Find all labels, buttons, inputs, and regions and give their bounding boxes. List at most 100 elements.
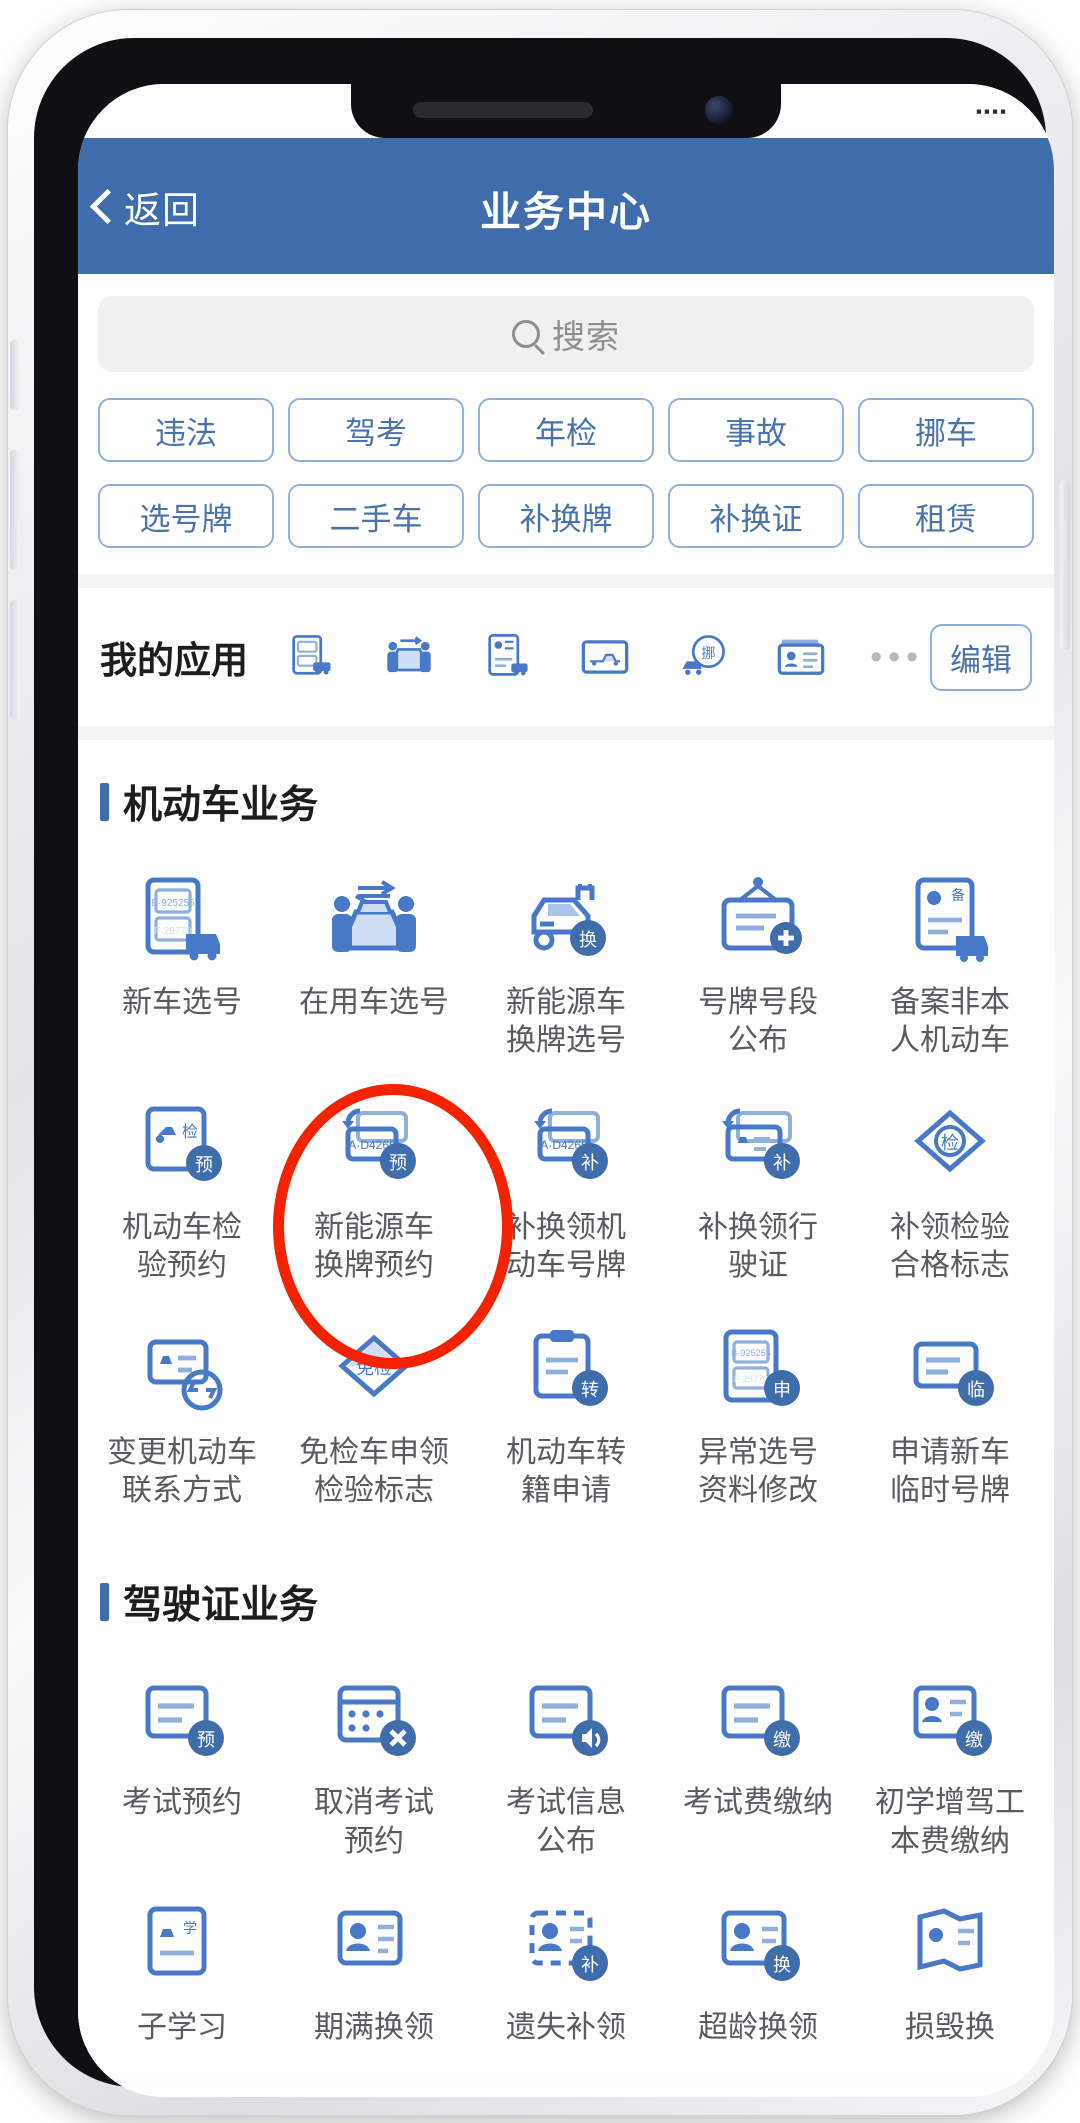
lost-reissue-icon: 补 [529,1910,608,1982]
svg-text:备: 备 [951,887,965,903]
service-exempt-inspection-mark[interactable]: 免检 免检车申领 检验标志 [278,1296,470,1521]
tag-buhuanpai[interactable]: 补换牌 [478,484,654,548]
damaged-renewal-icon [917,1908,983,1972]
section-divider-2 [78,726,1054,740]
more-apps-dots-icon[interactable]: ••• [864,638,930,677]
service-label: 期满换领 [314,2011,434,2045]
svg-text:转: 转 [581,1380,599,1400]
service-damaged-renewal[interactable]: 损毁换 [854,1871,1046,2057]
service-label: 免检车申领 检验标志 [299,1435,449,1507]
search-placeholder: 搜索 [552,318,620,355]
section-vehicle-business: 机动车业务 B·925255 F·29770 新车选号 在用车选号 换 新能源车… [78,740,1054,1541]
svg-text:临: 临 [967,1380,985,1400]
service-plate-number-publish[interactable]: 号牌号段 公布 [662,846,854,1071]
service-expiry-renewal[interactable]: 期满换领 [278,1871,470,2057]
service-learner-fee-pay[interactable]: 缴 初学增驾工 本费缴纳 [854,1646,1046,1871]
service-label: 新能源车 换牌选号 [506,986,626,1058]
my-apps-bar: 我的应用 挪 ••• 编辑 [78,588,1054,726]
service-lost-reissue[interactable]: 补 遗失补领 [470,1871,662,2057]
svg-text:学: 学 [183,1920,197,1936]
earpiece-speaker [413,102,593,118]
my-apps-title: 我的应用 [100,640,248,681]
svg-text:补: 补 [581,1153,599,1173]
service-new-energy-change-plate[interactable]: 换 新能源车 换牌选号 [470,846,662,1071]
mute-switch[interactable] [10,340,20,410]
plate-number-publish-icon [721,877,802,954]
service-label: 新能源车 换牌预约 [314,1210,434,1283]
phone-screen: ▪▪▪▪ 返回 业务中心 搜索 违法 驾考 年检 事故 挪车 选号牌 二手车 补… [78,84,1054,2097]
service-label: 子学习 [137,2011,227,2045]
signal-indicator-icon: ▪▪▪▪ [975,102,1008,121]
service-cancel-exam-appt[interactable]: 取消考试 预约 [278,1646,470,1871]
svg-text:缴: 缴 [773,1730,791,1750]
svg-text:申: 申 [773,1380,791,1400]
service-label: 变更机动车 联系方式 [107,1435,257,1507]
service-abnormal-plate-edit[interactable]: B·925255 F·29770 申 异常选号 资料修改 [662,1296,854,1521]
service-replace-plate[interactable]: A·D4265 补 补换领机 动车号牌 [470,1071,662,1296]
tag-nianjian[interactable]: 年检 [478,398,654,462]
service-electronic-study[interactable]: 学 子学习 [86,1871,278,2057]
section-title-license: 驾驶证业务 [78,1540,1054,1640]
replace-plate-icon: A·D4265 补 [534,1108,608,1179]
tag-weifa[interactable]: 违法 [98,398,274,462]
tag-ershouche[interactable]: 二手车 [288,484,464,548]
accident-photo-icon[interactable] [579,631,631,683]
exam-appointment-icon: 预 [145,1685,224,1757]
svg-text:换: 换 [579,930,597,950]
volume-down-button[interactable] [10,600,20,720]
service-new-energy-plate-appt[interactable]: A·D4265 预 新能源车 换牌预约 [278,1071,470,1296]
service-record-non-self-vehicle[interactable]: 备 备案非本 人机动车 [854,846,1046,1071]
driver-license-card-icon[interactable] [775,631,827,683]
edit-apps-button[interactable]: 编辑 [930,623,1032,691]
tag-zulin[interactable]: 租赁 [858,484,1034,548]
page-title: 业务中心 [480,189,652,235]
vehicle-transfer-icon: 转 [533,1329,608,1406]
section-license-business: 驾驶证业务 预 考试预约 取消考试 预约 考试信息 公布 缴 考试费缴纳 缴 初… [78,1540,1054,2078]
service-label: 申请新车 临时号牌 [890,1435,1010,1507]
tag-buhuanzheng[interactable]: 补换证 [668,484,844,548]
service-label: 超龄换领 [698,2011,818,2045]
service-new-car-plate[interactable]: B·925255 F·29770 新车选号 [86,846,278,1071]
new-car-plate-icon: B·925255 F·29770 [145,877,220,961]
tag-xuanhaopai[interactable]: 选号牌 [98,484,274,548]
replace-license-icon: 补 [722,1108,800,1179]
volume-up-button[interactable] [10,450,20,570]
temp-plate-icon: 临 [913,1341,994,1406]
inspection-mark-icon: 检 [914,1109,986,1173]
service-over-age-renewal[interactable]: 换 超龄换领 [662,1871,854,2057]
new-energy-change-plate-icon: 换 [531,884,606,956]
license-service-grid: 预 考试预约 取消考试 预约 考试信息 公布 缴 考试费缴纳 缴 初学增驾工 本… [78,1640,1054,2071]
service-in-use-car-plate[interactable]: 在用车选号 [278,846,470,1071]
expiry-renewal-icon [337,1910,403,1966]
service-exam-appointment[interactable]: 预 考试预约 [86,1646,278,1871]
search-input[interactable]: 搜索 [98,296,1034,372]
svg-text:换: 换 [773,1955,791,1975]
service-label: 异常选号 资料修改 [698,1435,818,1507]
move-car-icon[interactable]: 挪 [677,631,729,683]
plate-select-icon[interactable] [285,631,337,683]
section-title-vehicle: 机动车业务 [78,740,1054,840]
service-exam-info-publish[interactable]: 考试信息 公布 [470,1646,662,1871]
electronic-study-icon: 学 [147,1906,207,1976]
service-change-contact[interactable]: 变更机动车 联系方式 [86,1296,278,1521]
exam-fee-pay-icon: 缴 [721,1685,800,1757]
power-button[interactable] [1060,480,1070,650]
service-label: 取消考试 预约 [314,1786,434,1858]
document-vehicle-icon[interactable] [481,631,533,683]
service-inspection-mark[interactable]: 检 补领检验 合格标志 [854,1071,1046,1296]
service-vehicle-transfer[interactable]: 转 机动车转 籍申请 [470,1296,662,1521]
phone-frame: ▪▪▪▪ 返回 业务中心 搜索 违法 驾考 年检 事故 挪车 选号牌 二手车 补… [8,10,1072,2115]
service-exam-fee-pay[interactable]: 缴 考试费缴纳 [662,1646,854,1871]
svg-text:B·925255: B·925255 [731,1348,771,1358]
tag-jiakao[interactable]: 驾考 [288,398,464,462]
service-replace-license[interactable]: 补 补换领行 驶证 [662,1071,854,1296]
tag-shigu[interactable]: 事故 [668,398,844,462]
vehicle-inspection-people-icon[interactable] [383,631,435,683]
service-temp-plate[interactable]: 临 申请新车 临时号牌 [854,1296,1046,1521]
service-label: 初学增驾工 本费缴纳 [875,1786,1025,1858]
service-label: 新车选号 [122,986,242,1019]
svg-text:预: 预 [389,1153,407,1173]
tag-nuoche[interactable]: 挪车 [858,398,1034,462]
svg-text:检: 检 [941,1133,959,1153]
service-vehicle-inspection-appt[interactable]: 检 预 机动车检 验预约 [86,1071,278,1296]
